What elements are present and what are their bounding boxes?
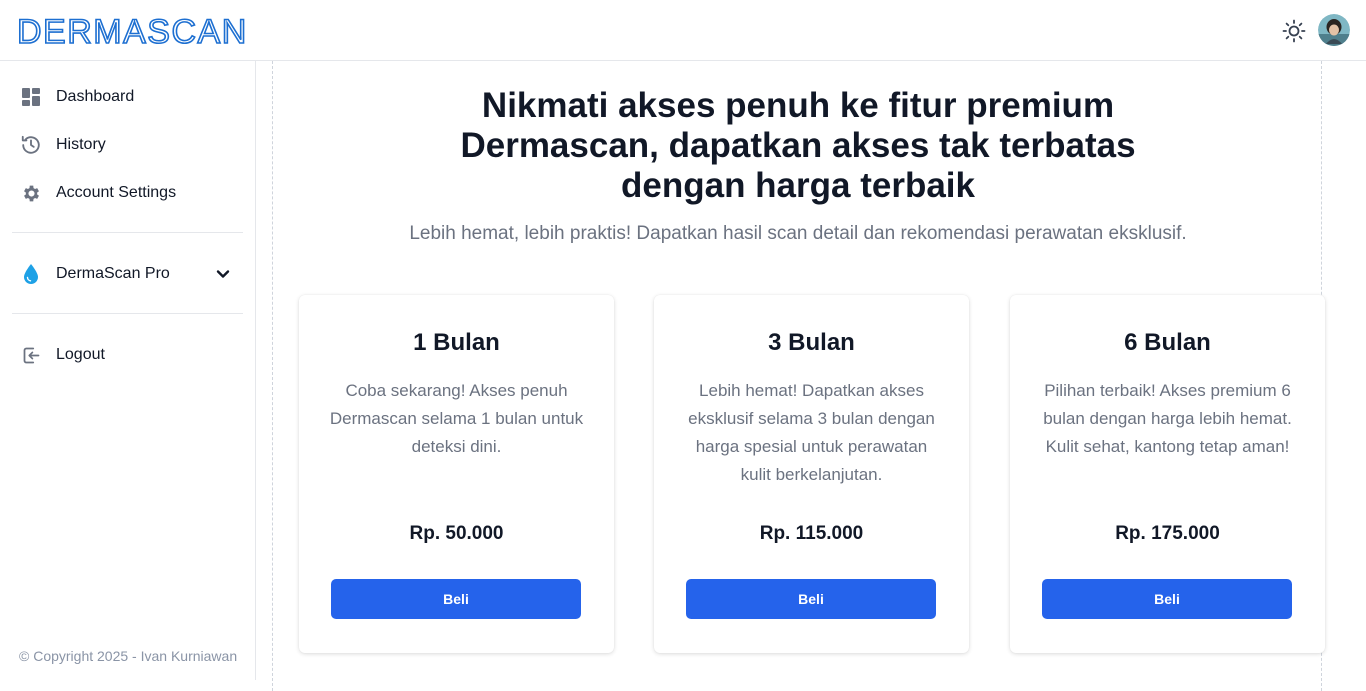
plan-price: Rp. 50.000 [409,523,504,544]
user-avatar[interactable] [1318,14,1350,46]
buy-button[interactable]: Beli [686,579,936,619]
sidebar-item-label: Dashboard [56,88,135,105]
headline-line: Nikmati akses penuh ke fitur premium [481,86,1115,125]
main-content: Nikmati akses penuh ke fitur premium Der… [272,61,1325,691]
plan-title: 3 Bulan [768,329,855,356]
droplet-icon [20,263,42,285]
plan-card-3-bulan: 3 Bulan Lebih hemat! Dapatkan akses eksk… [654,295,969,653]
sidebar-divider [12,313,243,314]
plan-description: Pilihan terbaik! Akses premium 6 bulan d… [1043,381,1292,456]
buy-button[interactable]: Beli [1042,579,1292,619]
logout-icon [20,344,42,366]
history-icon [20,134,42,156]
dermascan-logo[interactable]: DERMASCAN [17,12,252,48]
headline-line: Dermascan, dapatkan akses tak terbatas [460,126,1136,165]
plan-description: Lebih hemat! Dapatkan akses eksklusif se… [688,381,935,484]
sun-icon [1282,19,1306,43]
theme-toggle-button[interactable] [1280,17,1308,45]
sidebar-item-history[interactable]: History [12,125,243,165]
sidebar-item-label: DermaScan Pro [56,265,170,282]
plan-description: Coba sekarang! Akses penuh Dermascan sel… [329,381,584,456]
sidebar-item-account-settings[interactable]: Account Settings [12,173,243,213]
plan-title: 1 Bulan [413,329,500,356]
dashboard-icon [20,86,42,108]
chevron-down-icon[interactable] [215,266,231,282]
top-bar: DERMASCAN [0,0,1366,61]
sidebar: Dashboard History Account Settings Derma… [0,61,256,680]
page-headline: Nikmati akses penuh ke fitur premium Der… [259,86,1337,206]
plan-card-6-bulan: 6 Bulan Pilihan terbaik! Akses premium 6… [1010,295,1325,653]
headline-line: dengan harga terbaik [621,166,975,205]
plan-price: Rp. 115.000 [759,523,864,544]
sidebar-item-dermascan-pro[interactable]: DermaScan Pro [12,254,243,294]
sidebar-item-label: Account Settings [56,184,177,201]
sidebar-divider [12,232,243,233]
plan-title: 6 Bulan [1124,329,1211,356]
page-subheadline: Lebih hemat, lebih praktis! Dapatkan has… [409,223,1187,244]
gear-icon [20,182,42,204]
buy-button[interactable]: Beli [331,579,581,619]
sidebar-item-label: History [56,136,106,153]
svg-text:DERMASCAN: DERMASCAN [17,13,248,48]
copyright-text: © Copyright 2025 - Ivan Kurniawan [19,648,238,664]
plan-card-1-bulan: 1 Bulan Coba sekarang! Akses penuh Derma… [299,295,614,653]
sidebar-item-dashboard[interactable]: Dashboard [12,77,243,117]
plan-price: Rp. 175.000 [1115,523,1220,544]
sidebar-item-logout[interactable]: Logout [12,335,243,375]
sidebar-item-label: Logout [56,346,105,363]
